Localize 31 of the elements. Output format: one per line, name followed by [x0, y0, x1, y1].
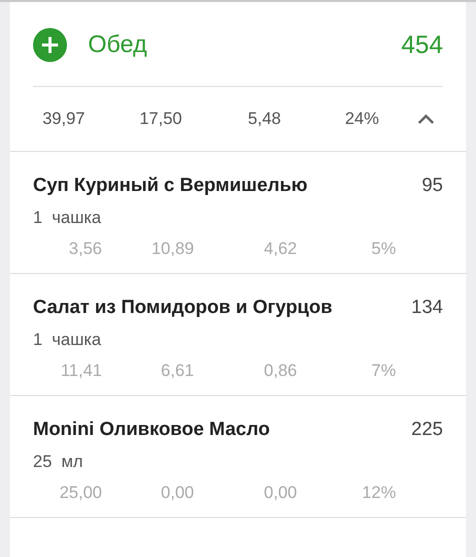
macro-value: 11,41 [60, 361, 102, 381]
food-name: Monini Оливковое Масло [33, 418, 270, 442]
macro-value: 25,00 [58, 483, 102, 503]
food-calories: 134 [411, 296, 443, 320]
macro-value: 5% [370, 239, 396, 259]
macro-value: 6,61 [160, 361, 194, 381]
food-calories: 225 [411, 418, 443, 442]
food-portion: 1 чашка [33, 208, 102, 228]
food-portion: 1 чашка [33, 330, 102, 350]
meal-title: Обед [88, 31, 148, 59]
food-calories: 95 [422, 174, 443, 198]
macro-value: 3,56 [68, 239, 102, 259]
macro-value: 10,89 [150, 239, 194, 259]
plus-icon [40, 35, 60, 55]
macro-value: 4,62 [262, 239, 297, 259]
total-value: 17,50 [138, 109, 182, 129]
total-value: 39,97 [41, 109, 85, 129]
chevron-up-icon [417, 114, 435, 124]
macro-value: 0,86 [262, 361, 297, 381]
total-value: 5,48 [246, 109, 281, 129]
macro-value: 0,00 [262, 483, 297, 503]
food-portion: 25 мл [33, 452, 84, 472]
food-name: Салат из Помидоров и Огурцов [33, 296, 332, 320]
meal-calories: 454 [401, 30, 443, 60]
macro-value: 12% [360, 483, 396, 503]
macro-value: 0,00 [160, 483, 194, 503]
macro-value: 7% [370, 361, 396, 381]
collapse-button[interactable] [417, 114, 435, 124]
add-button[interactable] [33, 28, 67, 62]
food-name: Суп Куриный с Вермишелью [33, 174, 308, 198]
total-value: 24% [344, 109, 379, 129]
